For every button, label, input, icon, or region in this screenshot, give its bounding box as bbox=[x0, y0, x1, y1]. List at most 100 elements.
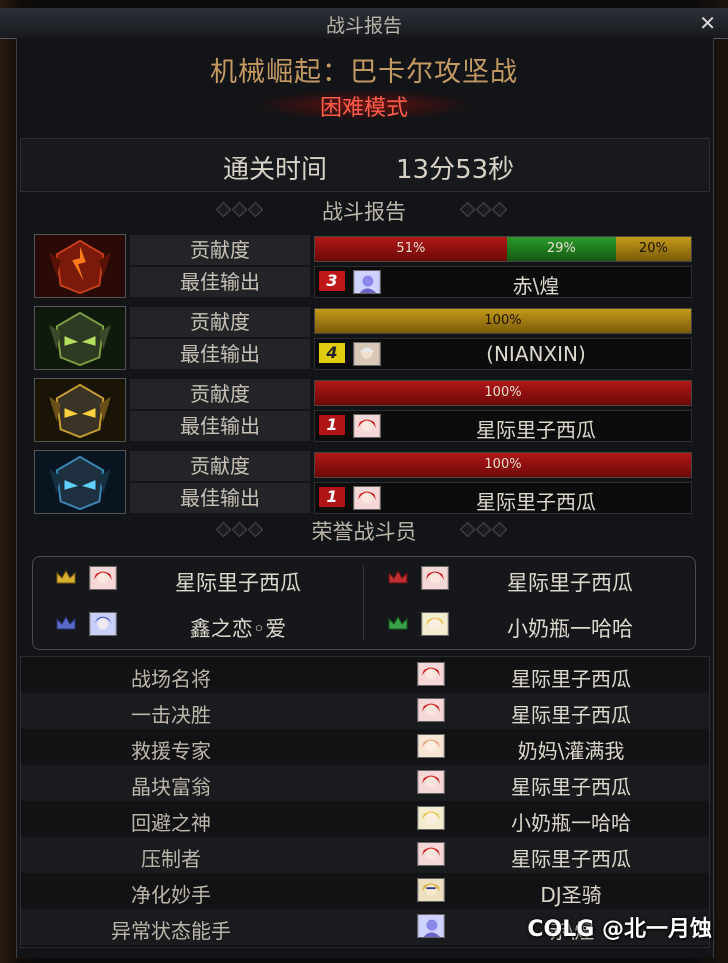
clear-time-value: 13分53秒 bbox=[396, 155, 515, 185]
ornament-right bbox=[456, 521, 526, 538]
party-row-2: 贡献度 最佳输出 100% 4 (NIANXIN) bbox=[34, 306, 694, 370]
award-player: 小奶瓶一哈哈 bbox=[511, 811, 631, 835]
award-row: 晶块富翁 星际里子西瓜 bbox=[21, 765, 709, 801]
character-avatar-icon bbox=[417, 734, 445, 758]
character-avatar-icon bbox=[353, 342, 381, 366]
party-row-3: 贡献度 最佳输出 100% 1 星际里子西瓜 bbox=[34, 378, 694, 442]
crown-icon bbox=[388, 569, 408, 584]
best-output-label: 最佳输出 bbox=[130, 483, 310, 513]
award-title: 一击决胜 bbox=[131, 703, 211, 727]
award-row: 救援专家 奶妈\灌满我 bbox=[21, 729, 709, 765]
award-player: 星际里子西瓜 bbox=[511, 775, 631, 799]
best-output-label: 最佳输出 bbox=[130, 411, 310, 441]
award-player: DJ圣骑 bbox=[540, 883, 602, 907]
honor-player-name: 星际里子西瓜 bbox=[175, 571, 301, 595]
character-avatar-icon bbox=[417, 662, 445, 686]
honor-fighters-box: 星际里子西瓜 星际里子西瓜 鑫之恋◦爱 小奶瓶一哈哈 bbox=[32, 556, 696, 650]
best-output-box: 1 星际里子西瓜 bbox=[314, 482, 692, 514]
close-button[interactable]: ✕ bbox=[699, 11, 716, 35]
award-row: 净化妙手 DJ圣骑 bbox=[21, 873, 709, 909]
watermark: COLG @北一月蚀 bbox=[527, 917, 712, 942]
award-title: 回避之神 bbox=[131, 811, 211, 835]
award-row: 一击决胜 星际里子西瓜 bbox=[21, 693, 709, 729]
crown-icon bbox=[56, 569, 76, 584]
contribution-label: 贡献度 bbox=[130, 307, 310, 337]
party-row-1: 贡献度 最佳输出 51% 29% 20% 3 赤\煌 bbox=[34, 234, 694, 298]
best-output-player: (NIANXIN) bbox=[486, 342, 586, 366]
contribution-segment: 20% bbox=[615, 237, 691, 261]
difficulty-mode: 困难模式 bbox=[254, 90, 474, 121]
best-output-box: 3 赤\煌 bbox=[314, 266, 692, 298]
party-row-4: 贡献度 最佳输出 100% 1 星际里子西瓜 bbox=[34, 450, 694, 514]
contribution-segment: 100% bbox=[315, 381, 691, 405]
crown-icon bbox=[388, 615, 408, 630]
window-title: 战斗报告 bbox=[325, 15, 402, 37]
report-section-header: 战斗报告 bbox=[16, 194, 712, 224]
awards-table: 战场名将 星际里子西瓜 一击决胜 星际里子西瓜 救援专家 奶妈\灌满我 晶块富翁… bbox=[20, 656, 710, 948]
character-avatar-icon bbox=[417, 914, 445, 938]
contribution-bar: 100% bbox=[314, 452, 692, 478]
best-output-label: 最佳输出 bbox=[130, 267, 310, 297]
character-avatar-icon bbox=[417, 698, 445, 722]
clear-time-label: 通关时间 bbox=[223, 155, 328, 185]
report-section-title: 战斗报告 bbox=[322, 200, 406, 224]
character-avatar-icon bbox=[353, 486, 381, 510]
honor-player-name: 鑫之恋◦爱 bbox=[189, 617, 287, 641]
contribution-bar: 100% bbox=[314, 380, 692, 406]
contribution-bar: 51% 29% 20% bbox=[314, 236, 692, 262]
contribution-segment: 100% bbox=[315, 453, 691, 477]
contribution-label: 贡献度 bbox=[130, 235, 310, 265]
character-avatar-icon bbox=[353, 414, 381, 438]
character-avatar-icon bbox=[417, 878, 445, 902]
green-mech-icon bbox=[34, 306, 126, 370]
best-output-player: 赤\煌 bbox=[512, 274, 560, 298]
award-player: 星际里子西瓜 bbox=[511, 667, 631, 691]
gold-mech-icon bbox=[34, 378, 126, 442]
fire-mech-icon bbox=[34, 234, 126, 298]
character-avatar-icon bbox=[417, 806, 445, 830]
crown-icon bbox=[56, 615, 76, 630]
contribution-label: 贡献度 bbox=[130, 451, 310, 481]
contribution-segment: 100% bbox=[315, 309, 691, 333]
award-row: 压制者 星际里子西瓜 bbox=[21, 837, 709, 873]
honor-player-name: 小奶瓶一哈哈 bbox=[507, 617, 633, 641]
best-output-player: 星际里子西瓜 bbox=[476, 418, 596, 442]
character-avatar-icon bbox=[89, 566, 117, 590]
rank-badge: 1 bbox=[319, 487, 345, 507]
award-player: 奶妈\灌满我 bbox=[517, 739, 625, 763]
honor-fighter: 星际里子西瓜 bbox=[365, 559, 685, 599]
character-avatar-icon bbox=[417, 770, 445, 794]
best-output-label: 最佳输出 bbox=[130, 339, 310, 369]
best-output-box: 1 星际里子西瓜 bbox=[314, 410, 692, 442]
award-row: 战场名将 星际里子西瓜 bbox=[21, 657, 709, 693]
rank-badge: 1 bbox=[319, 415, 345, 435]
award-title: 战场名将 bbox=[131, 667, 211, 691]
award-row: 回避之神 小奶瓶一哈哈 bbox=[21, 801, 709, 837]
blue-mech-icon bbox=[34, 450, 126, 514]
honor-fighter: 鑫之恋◦爱 bbox=[33, 605, 353, 645]
honor-fighter: 小奶瓶一哈哈 bbox=[365, 605, 685, 645]
dungeon-name: 机械崛起：巴卡尔攻坚战 bbox=[210, 57, 518, 88]
character-avatar-icon bbox=[89, 612, 117, 636]
contribution-segment: 51% bbox=[315, 237, 507, 261]
honor-section-header: 荣誉战斗员 bbox=[16, 514, 712, 544]
honor-fighter: 星际里子西瓜 bbox=[33, 559, 353, 599]
award-player: 星际里子西瓜 bbox=[511, 847, 631, 871]
window-titlebar[interactable]: 战斗报告 ✕ bbox=[0, 8, 728, 39]
contribution-segment: 29% bbox=[506, 237, 616, 261]
character-avatar-icon bbox=[421, 566, 449, 590]
rank-badge: 3 bbox=[319, 271, 345, 291]
contribution-label: 贡献度 bbox=[130, 379, 310, 409]
best-output-box: 4 (NIANXIN) bbox=[314, 338, 692, 370]
character-avatar-icon bbox=[353, 270, 381, 294]
character-avatar-icon bbox=[421, 612, 449, 636]
honor-player-name: 星际里子西瓜 bbox=[507, 571, 633, 595]
award-title: 异常状态能手 bbox=[111, 919, 231, 943]
award-title: 晶块富翁 bbox=[131, 775, 211, 799]
ornament-right bbox=[456, 201, 526, 218]
award-title: 净化妙手 bbox=[131, 883, 211, 907]
contribution-bar: 100% bbox=[314, 308, 692, 334]
award-title: 压制者 bbox=[141, 847, 201, 871]
award-player: 星际里子西瓜 bbox=[511, 703, 631, 727]
honor-section-title: 荣誉战斗员 bbox=[311, 520, 417, 544]
